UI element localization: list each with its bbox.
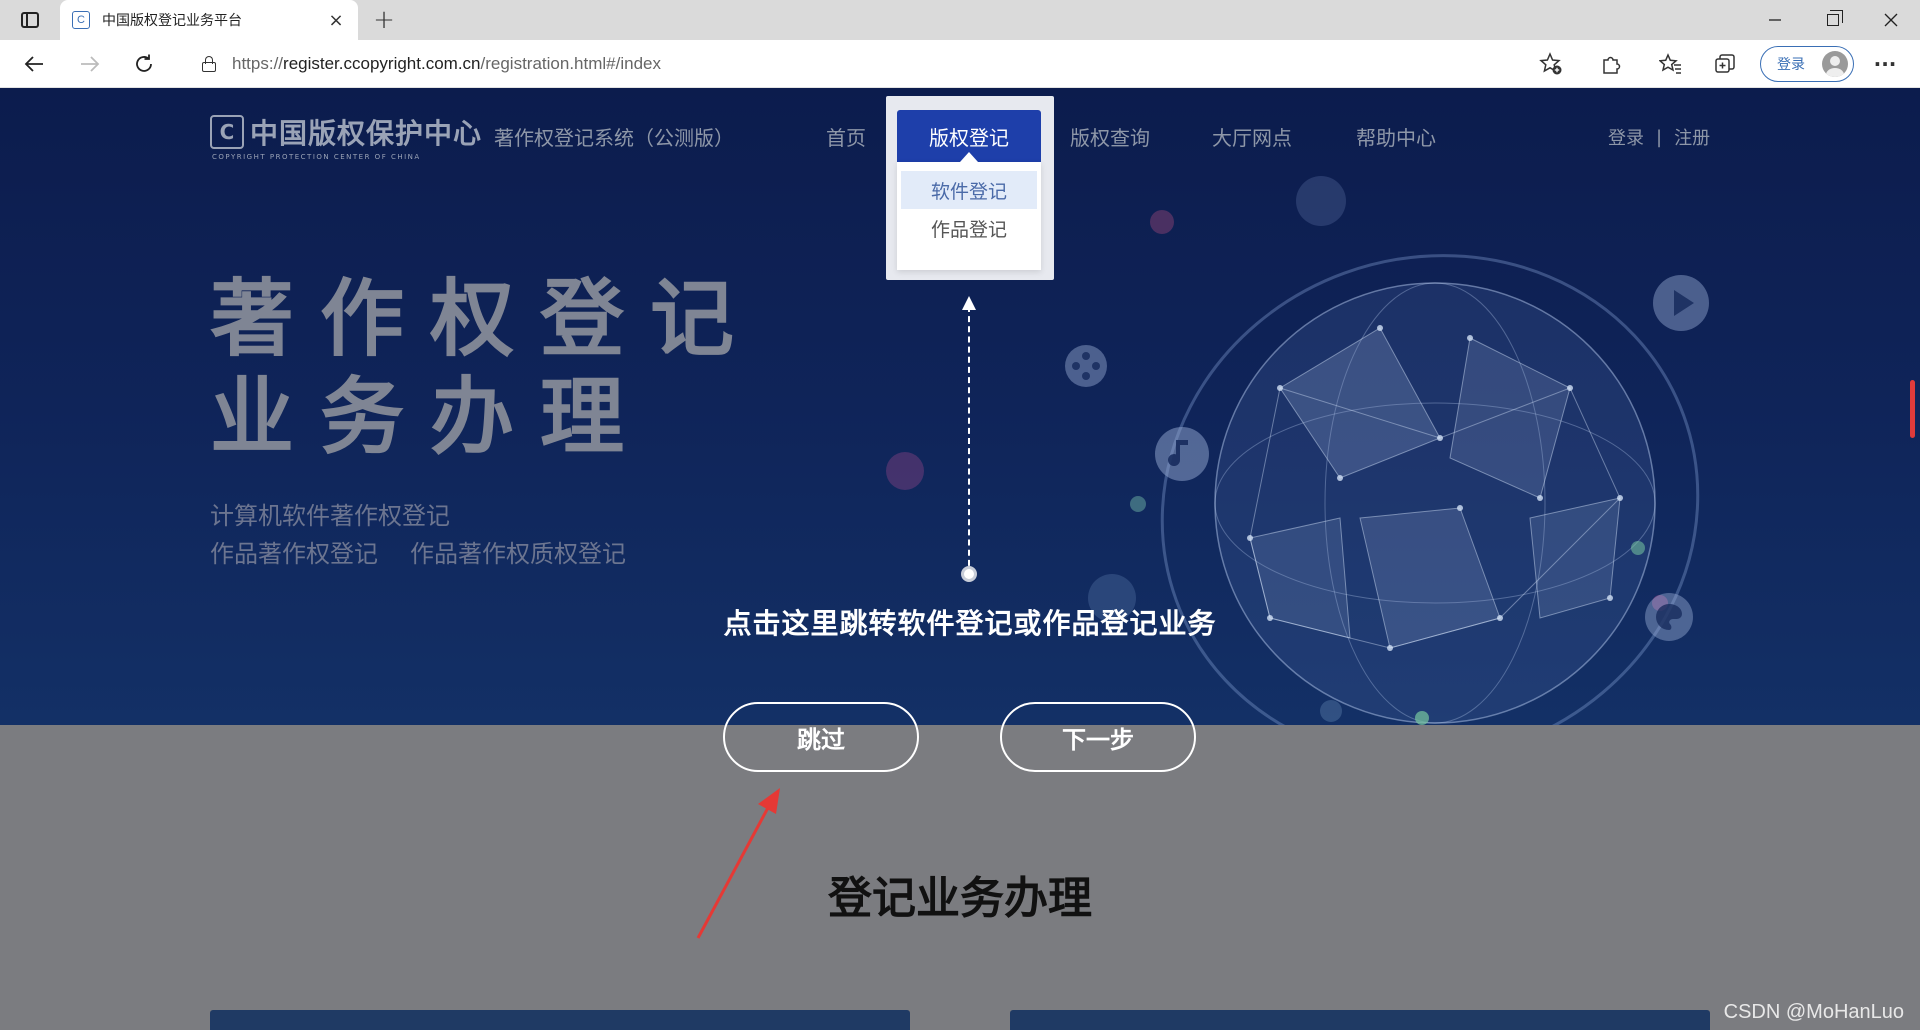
favorites-icon xyxy=(1659,53,1681,74)
register-dropdown: 软件登记 作品登记 xyxy=(897,162,1041,270)
forward-button[interactable] xyxy=(72,48,108,80)
nav-service-hall[interactable]: 大厅网点 xyxy=(1212,122,1292,151)
new-tab-button[interactable]: + xyxy=(368,4,400,36)
lock-icon[interactable] xyxy=(202,56,216,72)
nav-home[interactable]: 首页 xyxy=(826,122,866,151)
system-name: 著作权登记系统（公测版） xyxy=(494,126,734,150)
back-arrow-icon xyxy=(24,56,43,72)
logo-text-cn: 中国版权保护中心 xyxy=(250,117,483,150)
add-favorite-button[interactable] xyxy=(1534,48,1568,80)
skip-button[interactable]: 跳过 xyxy=(723,702,919,772)
back-button[interactable] xyxy=(16,48,52,80)
tab-actions-icon xyxy=(21,12,39,28)
browser-tab-bar: C 中国版权登记业务平台 × + xyxy=(0,0,1920,40)
guide-dashed-line xyxy=(968,306,970,576)
service-card-software[interactable] xyxy=(210,1010,910,1030)
tab-title: 中国版权登记业务平台 xyxy=(102,13,242,29)
star-add-icon xyxy=(1539,52,1562,75)
url-field[interactable]: https://register.ccopyright.com.cn/regis… xyxy=(180,46,1580,82)
collections-button[interactable] xyxy=(1708,48,1742,80)
watermark: CSDN @MoHanLuo xyxy=(1723,1001,1904,1023)
url-text: https://register.ccopyright.com.cn/regis… xyxy=(232,54,661,73)
service-card-works[interactable] xyxy=(1010,1010,1710,1030)
hero-title: 著作权登记 业务办理 xyxy=(210,270,760,466)
hero-sub-pledge: 作品著作权质权登记 xyxy=(410,540,626,568)
minimize-icon xyxy=(1769,19,1781,21)
browser-tab[interactable]: C 中国版权登记业务平台 × xyxy=(60,0,358,40)
hero-title-line2: 业务办理 xyxy=(210,368,651,466)
dropdown-item-software[interactable]: 软件登记 xyxy=(901,171,1037,209)
next-step-button[interactable]: 下一步 xyxy=(1000,702,1196,772)
section-title: 登记业务办理 xyxy=(828,873,1092,924)
auth-links: 登录 | 注册 xyxy=(1608,124,1710,150)
nav-help-center[interactable]: 帮助中心 xyxy=(1356,122,1436,151)
guide-text: 点击这里跳转软件登记或作品登记业务 xyxy=(723,607,1217,640)
more-menu-button[interactable]: ··· xyxy=(1868,48,1902,80)
copyright-logo-icon: C xyxy=(210,115,244,149)
tab-actions-button[interactable] xyxy=(16,8,44,32)
hero-sub-works: 作品著作权登记 xyxy=(210,540,378,568)
extensions-button[interactable] xyxy=(1594,48,1628,80)
restore-button[interactable] xyxy=(1804,0,1862,40)
restore-icon xyxy=(1827,10,1843,26)
nav-copyright-query[interactable]: 版权查询 xyxy=(1070,122,1150,151)
play-icon xyxy=(1653,275,1709,331)
puzzle-icon xyxy=(1603,56,1621,74)
hero-title-line1: 著作权登记 xyxy=(210,270,761,368)
address-bar: https://register.ccopyright.com.cn/regis… xyxy=(0,40,1920,88)
profile-login-label: 登录 xyxy=(1777,57,1805,73)
favorites-button[interactable] xyxy=(1654,48,1688,80)
auth-separator: | xyxy=(1656,126,1663,148)
decor-bubble xyxy=(886,452,924,490)
film-reel-icon xyxy=(1065,345,1107,387)
close-window-button[interactable] xyxy=(1862,0,1920,40)
window-controls xyxy=(1746,0,1920,40)
site-logo[interactable]: C 中国版权保护中心 COPYRIGHT PROTECTION CENTER O… xyxy=(210,112,482,161)
refresh-button[interactable] xyxy=(126,48,162,80)
minimize-button[interactable] xyxy=(1746,0,1804,40)
hero-sub-software: 计算机软件著作权登记 xyxy=(210,502,450,530)
network-globe-illustration xyxy=(1160,254,1700,762)
signup-link[interactable]: 注册 xyxy=(1674,124,1710,150)
forward-arrow-icon xyxy=(81,56,100,72)
site-favicon-icon: C xyxy=(72,11,90,29)
refresh-icon xyxy=(136,54,152,72)
logo-text-en: COPYRIGHT PROTECTION CENTER OF CHINA xyxy=(212,153,421,161)
guide-dot xyxy=(961,566,977,582)
dropdown-item-works[interactable]: 作品登记 xyxy=(901,209,1037,247)
close-icon xyxy=(1884,13,1898,27)
tab-close-icon[interactable]: × xyxy=(326,10,346,31)
scrollbar-thumb[interactable] xyxy=(1910,380,1915,438)
login-link[interactable]: 登录 xyxy=(1608,124,1644,150)
page-content: C 中国版权保护中心 COPYRIGHT PROTECTION CENTER O… xyxy=(0,88,1920,1030)
annotation-arrow-icon xyxy=(696,788,780,939)
profile-login-button[interactable]: 登录 xyxy=(1760,46,1854,82)
music-note-icon xyxy=(1155,427,1209,481)
dropdown-caret-icon xyxy=(960,152,978,162)
avatar-icon xyxy=(1822,51,1848,77)
collections-icon xyxy=(1715,54,1735,73)
